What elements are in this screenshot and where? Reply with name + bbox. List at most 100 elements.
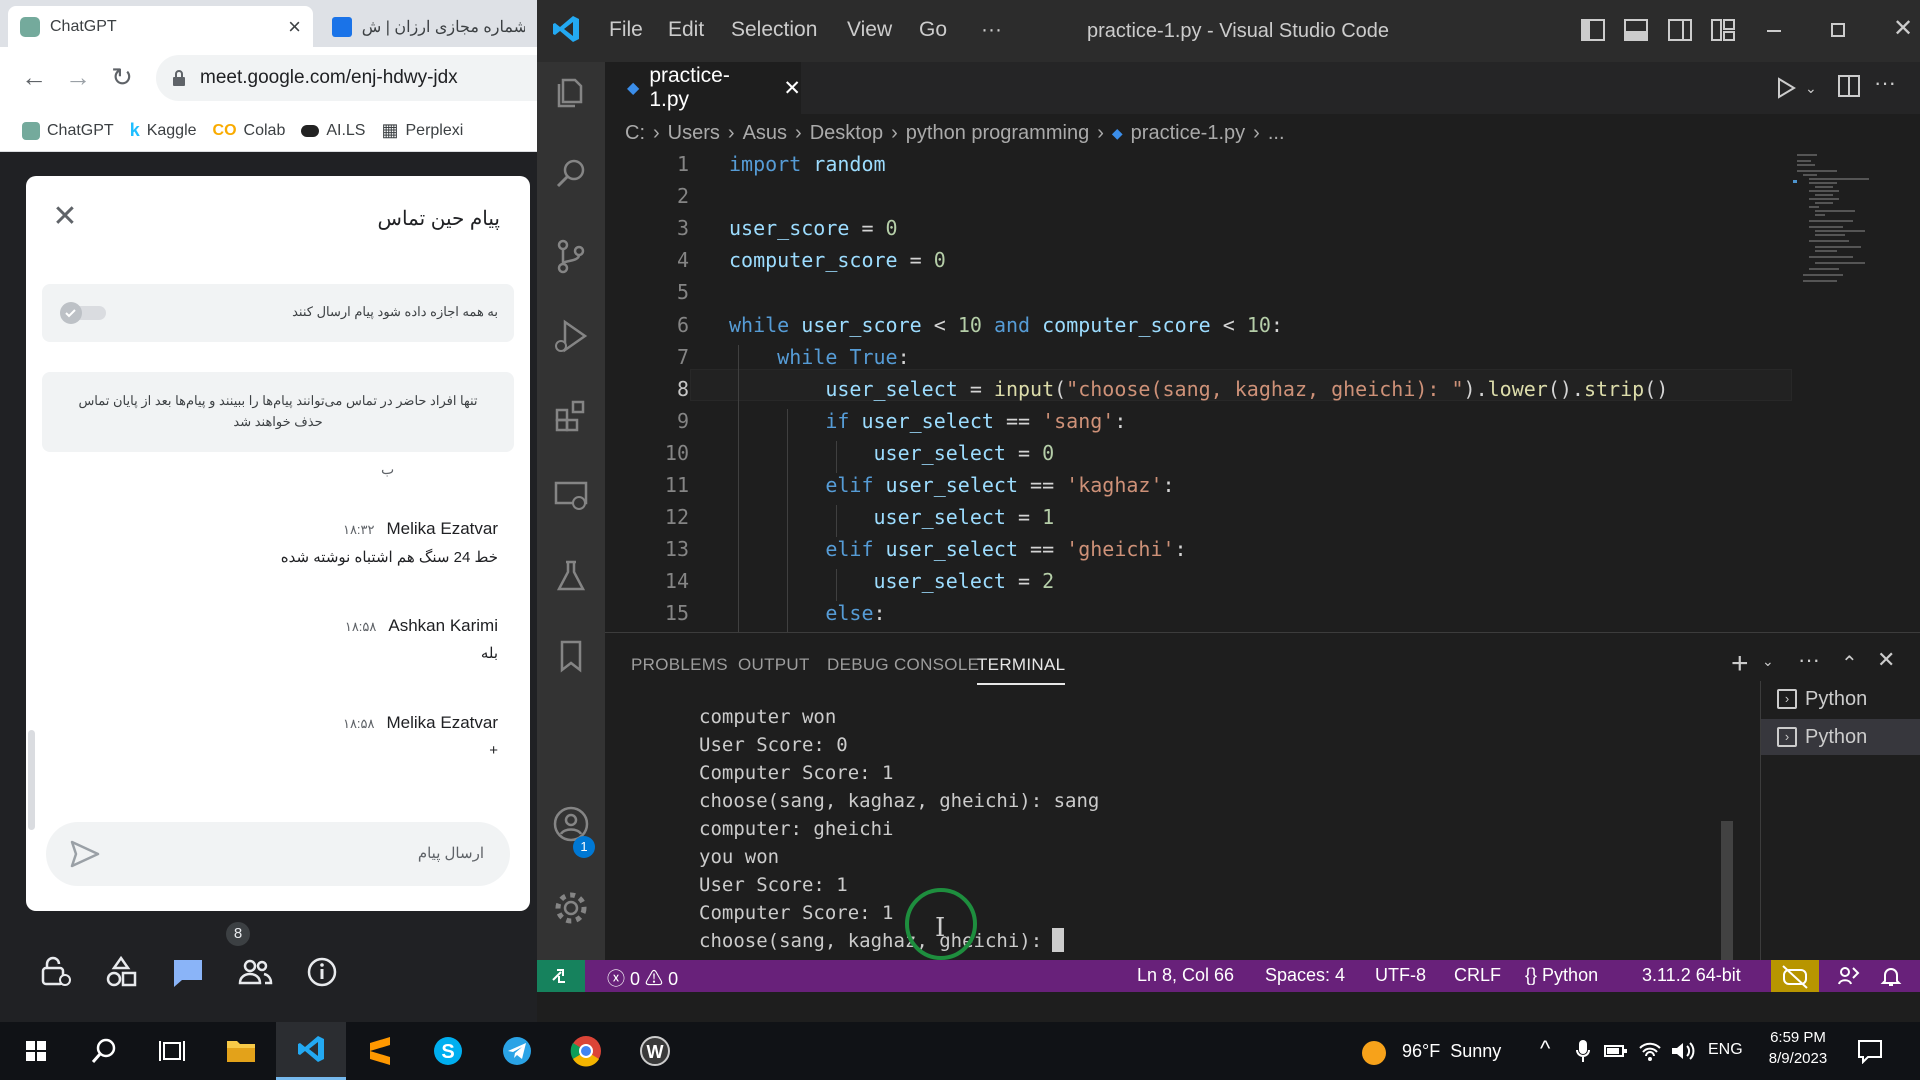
bookmark-icon[interactable] (551, 636, 591, 676)
breadcrumb-item[interactable]: C: (625, 122, 645, 145)
breadcrumb-item[interactable]: Users (668, 122, 720, 145)
windows-start-icon[interactable] (14, 1031, 58, 1071)
browser-tab-virtual-number[interactable]: شماره مجازی ارزان | ش (320, 6, 537, 47)
eol-status[interactable]: CRLF (1454, 965, 1501, 986)
battery-icon[interactable] (1604, 1042, 1628, 1060)
breadcrumb-item[interactable]: practice-1.py (1131, 122, 1246, 145)
toggle-panel-icon[interactable] (1623, 18, 1649, 42)
bookmark-colab[interactable]: CO Colab (213, 122, 286, 140)
weather-sun-icon[interactable] (1360, 1039, 1388, 1067)
breadcrumb-item[interactable]: Desktop (810, 122, 883, 145)
close-window-icon[interactable]: ✕ (1893, 14, 1913, 43)
testing-icon[interactable] (551, 556, 591, 596)
reload-icon[interactable]: ↻ (107, 62, 137, 92)
split-editor-icon[interactable] (1837, 74, 1861, 98)
extensions-icon[interactable] (551, 396, 591, 436)
vscode-taskbar-button[interactable] (276, 1022, 346, 1080)
menu-go[interactable]: Go (919, 18, 947, 42)
chevron-up-icon[interactable]: ^ (1540, 1036, 1550, 1062)
panel-tab-terminal[interactable]: TERMINAL (977, 655, 1066, 685)
browser-tab-chatgpt[interactable]: ChatGPT × (8, 6, 313, 47)
wifi-icon[interactable] (1638, 1040, 1662, 1062)
minimize-icon[interactable] (1767, 30, 1781, 32)
maximize-panel-icon[interactable]: ⌃ (1841, 651, 1858, 676)
chat-scrollbar[interactable] (28, 730, 35, 830)
cursor-position[interactable]: Ln 8, Col 66 (1137, 965, 1234, 986)
forward-arrow-icon[interactable]: → (63, 62, 93, 92)
close-icon[interactable]: ✕ (48, 200, 82, 234)
remote-explorer-icon[interactable] (551, 476, 591, 516)
word-app-icon[interactable]: W (633, 1031, 677, 1071)
chat-message-input[interactable]: ارسال پیام (46, 822, 510, 886)
menu-view[interactable]: View (847, 18, 892, 42)
close-tab-icon[interactable]: × (288, 14, 301, 40)
terminal-output[interactable]: computer won User Score: 0 Computer Score:… (699, 703, 1099, 955)
bookmark-aials[interactable]: AI.LS (301, 122, 365, 140)
input-language[interactable]: ENG (1708, 1041, 1743, 1059)
run-debug-icon[interactable] (551, 316, 591, 356)
clock[interactable]: 6:59 PM 8/9/2023 (1766, 1029, 1830, 1067)
bookmark-chatgpt[interactable]: ChatGPT (22, 121, 114, 140)
minimap[interactable] (1787, 150, 1917, 630)
breadcrumb-item[interactable]: python programming (906, 122, 1089, 145)
tab-practice-1-py[interactable]: ◆ practice-1.py ✕ (605, 62, 801, 114)
sublime-text-icon[interactable] (358, 1031, 402, 1071)
chevron-down-icon[interactable]: ⌄ (1805, 80, 1817, 97)
panel-tab-problems[interactable]: PROBLEMS (631, 655, 728, 675)
search-icon[interactable] (551, 154, 591, 194)
close-tab-icon[interactable]: ✕ (783, 76, 801, 101)
address-bar[interactable]: meet.google.com/enj-hdwy-jdx (156, 55, 537, 101)
file-explorer-icon[interactable] (219, 1031, 263, 1071)
terminal-instance[interactable]: › Python (1761, 681, 1920, 717)
maximize-icon[interactable] (1831, 23, 1845, 37)
copilot-disabled-icon[interactable] (1771, 960, 1819, 992)
task-view-icon[interactable] (150, 1031, 194, 1071)
more-actions-icon[interactable]: ··· (1874, 70, 1896, 96)
terminal-instance-active[interactable]: › Python (1761, 719, 1920, 755)
settings-gear-icon[interactable] (551, 888, 591, 928)
close-panel-icon[interactable]: ✕ (1877, 647, 1895, 673)
code-editor[interactable]: 1 import random 2 3 user_score = 0 4 computer_… (605, 150, 1920, 632)
send-icon[interactable] (70, 840, 100, 868)
notification-center-icon[interactable] (1856, 1038, 1884, 1064)
source-control-icon[interactable] (551, 236, 591, 276)
weather-text[interactable]: 96°F Sunny (1402, 1041, 1501, 1062)
menu-more[interactable]: ··· (981, 18, 1002, 42)
explorer-icon[interactable] (551, 72, 591, 112)
toggle-secondary-sidebar-icon[interactable] (1667, 18, 1693, 42)
microphone-icon[interactable] (1575, 1038, 1591, 1064)
python-interpreter[interactable]: 3.11.2 64-bit (1642, 965, 1741, 986)
language-mode[interactable]: {} Python (1525, 965, 1598, 986)
notifications-bell-icon[interactable] (1879, 964, 1903, 988)
volume-icon[interactable] (1670, 1040, 1696, 1062)
bookmark-kaggle[interactable]: k Kaggle (130, 120, 197, 141)
telegram-icon[interactable] (495, 1031, 539, 1071)
activities-icon[interactable] (101, 952, 141, 992)
chevron-down-icon[interactable]: ⌄ (1762, 653, 1774, 670)
allow-messages-toggle[interactable] (58, 300, 110, 326)
skype-icon[interactable]: S (426, 1031, 470, 1071)
panel-tab-debug-console[interactable]: DEBUG CONSOLE (827, 655, 979, 675)
info-icon[interactable] (302, 952, 342, 992)
new-terminal-plus-icon[interactable]: + (1731, 647, 1749, 681)
more-actions-icon[interactable]: ··· (1798, 647, 1820, 673)
breadcrumb-item[interactable]: Asus (743, 122, 787, 145)
chat-icon[interactable] (168, 952, 208, 992)
host-controls-icon[interactable] (35, 952, 75, 992)
encoding-status[interactable]: UTF-8 (1375, 965, 1426, 986)
indentation-status[interactable]: Spaces: 4 (1265, 965, 1345, 986)
search-icon[interactable] (82, 1031, 126, 1071)
run-python-file-icon[interactable] (1775, 76, 1797, 100)
remote-indicator-icon[interactable] (537, 960, 585, 992)
bookmark-perplexity[interactable]: ▦ Perplexi (381, 120, 463, 141)
menu-selection[interactable]: Selection (731, 18, 817, 42)
terminal-scrollbar[interactable] (1721, 821, 1733, 961)
toggle-primary-sidebar-icon[interactable] (1580, 18, 1606, 42)
live-share-icon[interactable] (1837, 964, 1861, 988)
problems-status[interactable]: ⓧ 0 ⚠ 0 (607, 965, 678, 991)
people-icon[interactable] (235, 952, 275, 992)
breadcrumb-item[interactable]: ... (1268, 122, 1285, 145)
back-arrow-icon[interactable]: ← (19, 62, 49, 92)
menu-file[interactable]: File (609, 18, 643, 42)
customize-layout-icon[interactable] (1710, 18, 1736, 42)
